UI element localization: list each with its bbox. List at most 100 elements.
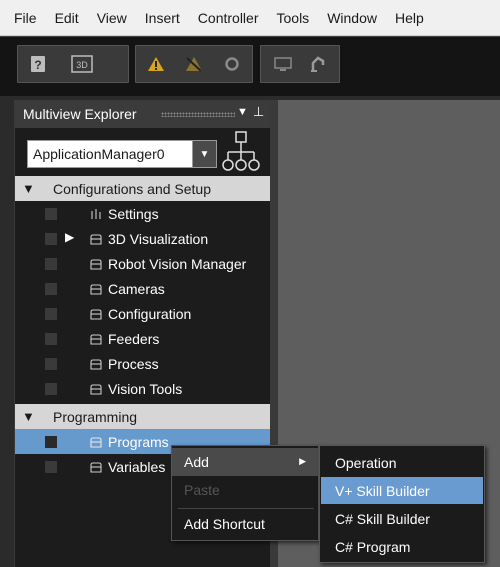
submenu-label: C# Skill Builder xyxy=(335,510,430,527)
submenu-operation[interactable]: Operation xyxy=(321,449,483,476)
menu-insert[interactable]: Insert xyxy=(136,10,189,26)
section-configurations-and-setup[interactable]: ▼ Configurations and Setup xyxy=(15,176,271,201)
application-manager-dropdown[interactable]: ApplicationManager0 ▼ xyxy=(27,140,217,168)
context-menu-label: Paste xyxy=(184,482,220,498)
robot-arm-button[interactable] xyxy=(302,49,336,79)
menu-window[interactable]: Window xyxy=(318,10,386,26)
tree-item-3d-visualization[interactable]: ▶ 3D Visualization xyxy=(15,226,271,251)
tree-item-label: Cameras xyxy=(108,280,165,297)
help-button[interactable]: ? xyxy=(21,49,55,79)
context-menu-label: Add Shortcut xyxy=(184,516,265,532)
explorer-title: Multiview Explorer xyxy=(23,106,137,122)
tree-item-configuration[interactable]: Configuration xyxy=(15,301,271,326)
tree-item-settings[interactable]: Settings xyxy=(15,201,271,226)
toolbar-group-robot xyxy=(260,45,340,83)
refresh-icon xyxy=(225,57,239,71)
status-box xyxy=(45,461,57,473)
toolbar-group-view: ? 3D xyxy=(17,45,129,83)
tree-item-label: Feeders xyxy=(108,330,160,347)
context-menu-paste: Paste xyxy=(172,476,318,504)
status-box xyxy=(45,233,57,245)
tree-item-label: Configuration xyxy=(108,305,192,322)
menu-tools[interactable]: Tools xyxy=(268,10,319,26)
tree-item-vision-tools[interactable]: Vision Tools xyxy=(15,376,271,401)
robot-arm-icon xyxy=(311,56,325,72)
tree-item-label: Process xyxy=(108,355,159,372)
menu-view[interactable]: View xyxy=(88,10,136,26)
chevron-down-icon[interactable]: ▼ xyxy=(237,106,248,118)
submenu-label: C# Program xyxy=(335,538,411,555)
menu-separator xyxy=(178,508,314,509)
submenu-label: V+ Skill Builder xyxy=(335,482,430,499)
toolbar-group-warnings xyxy=(135,45,253,83)
tree-item-label: Robot Vision Manager xyxy=(108,255,247,272)
status-box xyxy=(45,308,57,320)
context-menu-add[interactable]: Add ▶ xyxy=(172,448,318,476)
tree-item-label: Settings xyxy=(108,205,159,222)
tree-item-cameras[interactable]: Cameras xyxy=(15,276,271,301)
explorer-title-bar: Multiview Explorer ▼ ⊥ xyxy=(15,100,271,128)
warning-icon xyxy=(148,57,164,71)
toolbar: ? 3D xyxy=(0,36,500,96)
3d-view-icon: 3D xyxy=(71,55,93,73)
folder-icon xyxy=(90,259,102,270)
tree-item-label: Vision Tools xyxy=(108,380,183,397)
monitor-button[interactable] xyxy=(266,49,300,79)
refresh-button[interactable] xyxy=(215,49,249,79)
context-menu-label: Add xyxy=(184,454,209,470)
chevron-down-icon[interactable]: ▼ xyxy=(192,141,216,167)
folder-icon xyxy=(90,284,102,295)
folder-icon xyxy=(90,234,102,245)
expand-arrow-icon[interactable]: ▶ xyxy=(65,230,74,244)
status-box xyxy=(45,333,57,345)
menu-help[interactable]: Help xyxy=(386,10,433,26)
svg-text:3D: 3D xyxy=(76,60,88,70)
clear-warning-icon xyxy=(186,57,202,72)
clear-warning-button[interactable] xyxy=(177,49,211,79)
submenu-label: Operation xyxy=(335,454,397,471)
status-box xyxy=(45,208,57,220)
status-box xyxy=(45,436,57,448)
menu-file[interactable]: File xyxy=(14,10,46,26)
3d-view-button[interactable]: 3D xyxy=(65,49,99,79)
status-box xyxy=(45,383,57,395)
settings-icon xyxy=(91,209,101,219)
expanded-triangle-icon[interactable]: ▼ xyxy=(22,409,35,424)
folder-icon xyxy=(90,334,102,345)
help-icon: ? xyxy=(31,56,45,72)
submenu-v-plus-skill-builder[interactable]: V+ Skill Builder xyxy=(321,477,483,504)
status-box xyxy=(45,283,57,295)
tree-item-robot-vision-manager[interactable]: Robot Vision Manager xyxy=(15,251,271,276)
context-menu-add-shortcut[interactable]: Add Shortcut xyxy=(172,510,318,538)
tree-item-label: Programs xyxy=(108,433,169,450)
submenu-csharp-program[interactable]: C# Program xyxy=(321,533,483,560)
submenu-csharp-skill-builder[interactable]: C# Skill Builder xyxy=(321,505,483,532)
folder-icon xyxy=(90,437,102,448)
svg-text:?: ? xyxy=(34,58,41,72)
menu-controller[interactable]: Controller xyxy=(189,10,268,26)
monitor-icon xyxy=(274,57,292,71)
status-box xyxy=(45,258,57,270)
dropdown-value: ApplicationManager0 xyxy=(33,146,165,162)
section-label: Configurations and Setup xyxy=(53,180,211,197)
section-label: Programming xyxy=(53,408,138,425)
folder-icon xyxy=(90,309,102,320)
menu-bar: File Edit View Insert Controller Tools W… xyxy=(0,0,500,36)
expanded-triangle-icon[interactable]: ▼ xyxy=(22,181,35,196)
menu-edit[interactable]: Edit xyxy=(46,10,88,26)
tree-item-process[interactable]: Process xyxy=(15,351,271,376)
hierarchy-icon[interactable] xyxy=(221,130,261,174)
tree-item-label: Variables xyxy=(108,458,166,475)
drag-grip[interactable] xyxy=(161,112,235,117)
add-submenu: Operation V+ Skill Builder C# Skill Buil… xyxy=(319,445,485,563)
folder-icon xyxy=(90,384,102,395)
tree-item-feeders[interactable]: Feeders xyxy=(15,326,271,351)
warning-button[interactable] xyxy=(139,49,173,79)
tree-item-label: 3D Visualization xyxy=(108,230,209,247)
pin-icon[interactable]: ⊥ xyxy=(253,104,264,120)
folder-icon xyxy=(90,359,102,370)
folder-icon xyxy=(90,462,102,473)
submenu-arrow-icon: ▶ xyxy=(299,456,306,466)
section-programming[interactable]: ▼ Programming xyxy=(15,404,271,429)
context-menu: Add ▶ Paste Add Shortcut xyxy=(171,445,319,541)
